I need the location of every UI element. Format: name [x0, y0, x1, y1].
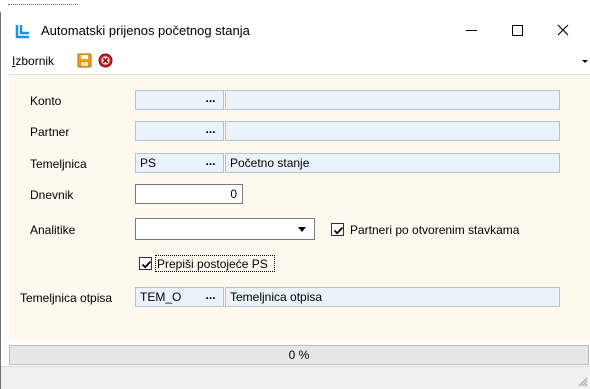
close-button[interactable] — [540, 12, 586, 48]
temeljnica-otpisa-label: Temeljnica otpisa — [20, 291, 113, 305]
chevron-down-icon — [298, 227, 306, 232]
temeljnica-otpisa-description-field[interactable]: Temeljnica otpisa — [225, 287, 560, 307]
partner-label: Partner — [30, 125, 70, 139]
progress-bar: 0 % — [9, 345, 589, 365]
partner-code-input[interactable] — [135, 121, 199, 141]
temeljnica-code-input[interactable]: PS — [135, 153, 199, 173]
save-icon[interactable] — [77, 53, 92, 68]
partner-description-field[interactable] — [225, 121, 560, 141]
maximize-icon — [511, 24, 523, 36]
konto-lookup-button[interactable]: ... — [198, 90, 224, 110]
status-bar — [1, 366, 590, 389]
partneri-checkbox-label[interactable]: Partneri po otvorenim stavkama — [350, 223, 519, 237]
background-dotted-line — [8, 4, 78, 5]
temeljnica-description-field[interactable]: Početno stanje — [225, 153, 560, 173]
konto-description-field[interactable] — [225, 90, 560, 110]
cancel-icon[interactable] — [98, 53, 113, 68]
checkmark-icon — [141, 260, 152, 269]
prepisi-checkbox-label[interactable]: Prepiši postojeće PS — [157, 257, 268, 271]
app-icon — [15, 25, 29, 39]
partneri-checkbox[interactable] — [331, 223, 344, 236]
checkmark-icon — [333, 226, 344, 235]
window-title: Automatski prijenos početnog stanja — [41, 23, 250, 38]
maximize-button[interactable] — [494, 12, 540, 48]
progress-text: 0 % — [288, 348, 310, 362]
analitike-label: Analitike — [30, 223, 76, 237]
menu-izbornik[interactable]: Izbornik — [12, 54, 54, 68]
resize-grip-icon[interactable] — [578, 377, 588, 387]
dnevnik-label: Dnevnik — [30, 188, 74, 202]
temeljnica-label: Temeljnica — [30, 157, 87, 171]
menu-bar: Izbornik — [1, 48, 590, 74]
konto-label: Konto — [30, 94, 62, 108]
dnevnik-input[interactable]: 0 — [135, 184, 243, 204]
form-panel: Konto ... Partner ... Temeljnica PS ... … — [9, 74, 590, 342]
konto-code-input[interactable] — [135, 90, 199, 110]
minimize-icon — [465, 29, 477, 31]
temeljnica-otpisa-code-input[interactable]: TEM_O — [135, 287, 199, 307]
minimize-button[interactable] — [448, 12, 494, 48]
close-icon — [557, 24, 569, 36]
partner-lookup-button[interactable]: ... — [198, 121, 224, 141]
temeljnica-otpisa-lookup-button[interactable]: ... — [198, 287, 224, 307]
analitike-dropdown[interactable] — [135, 218, 315, 240]
title-bar[interactable]: Automatski prijenos početnog stanja — [1, 12, 590, 48]
dialog-window: Automatski prijenos početnog stanja Izbo… — [0, 12, 590, 389]
temeljnica-lookup-button[interactable]: ... — [198, 153, 224, 173]
prepisi-checkbox[interactable] — [139, 257, 152, 270]
toolbar-overflow-icon[interactable] — [582, 60, 588, 63]
